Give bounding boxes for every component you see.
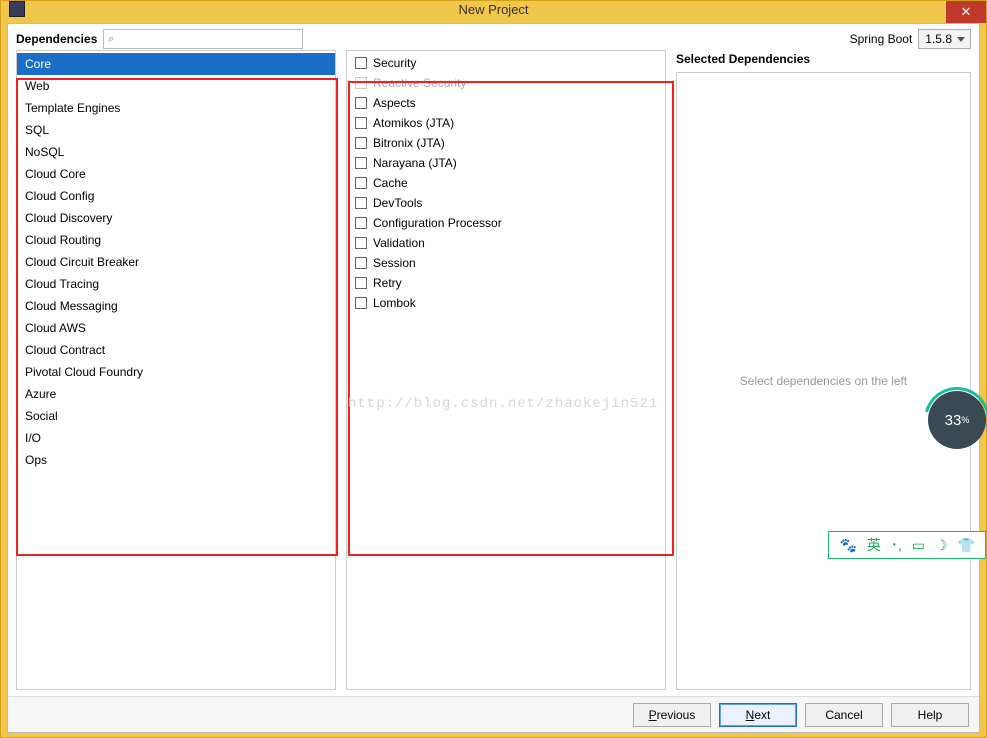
category-item[interactable]: Ops xyxy=(17,449,335,471)
spring-boot-version-select[interactable]: 1.5.8 xyxy=(918,29,971,49)
checkbox-icon[interactable] xyxy=(355,157,367,169)
progress-gauge: 33% xyxy=(928,391,986,449)
tray-icon[interactable]: ☽ xyxy=(935,537,948,554)
dependency-label: Atomikos (JTA) xyxy=(373,116,454,130)
checkbox-icon[interactable] xyxy=(355,177,367,189)
tray-icon[interactable]: 英 xyxy=(867,535,881,555)
category-item[interactable]: NoSQL xyxy=(17,141,335,163)
dependency-item[interactable]: Session xyxy=(347,253,665,273)
dependency-item[interactable]: Atomikos (JTA) xyxy=(347,113,665,133)
gauge-value: 33 xyxy=(945,412,962,429)
categories-list: CoreWebTemplate EnginesSQLNoSQLCloud Cor… xyxy=(17,51,335,471)
dependency-label: Lombok xyxy=(373,296,416,310)
category-item[interactable]: Cloud Discovery xyxy=(17,207,335,229)
category-item[interactable]: Cloud Routing xyxy=(17,229,335,251)
categories-column: CoreWebTemplate EnginesSQLNoSQLCloud Cor… xyxy=(16,50,336,690)
titlebar: New Project ✕ xyxy=(1,1,986,17)
header-row: Dependencies ⌕ Spring Boot 1.5.8 xyxy=(8,24,979,50)
category-item[interactable]: Cloud Config xyxy=(17,185,335,207)
search-icon: ⌕ xyxy=(108,33,114,46)
dependencies-list: Security Reactive Security Aspects Atomikos… xyxy=(347,51,665,313)
dependency-label: Aspects xyxy=(373,96,416,110)
ime-tray: 🐾 英 ･, ▭ ☽ 👕 xyxy=(828,531,986,559)
category-item[interactable]: Cloud AWS xyxy=(17,317,335,339)
dependency-label: Cache xyxy=(373,176,408,190)
dependency-item[interactable]: Cache xyxy=(347,173,665,193)
cancel-button[interactable]: Cancel xyxy=(805,703,883,727)
category-item[interactable]: Web xyxy=(17,75,335,97)
checkbox-icon[interactable] xyxy=(355,217,367,229)
dependency-item: Reactive Security xyxy=(347,73,665,93)
selected-column: Selected Dependencies Select dependencie… xyxy=(676,50,971,690)
dependency-label: Session xyxy=(373,256,416,270)
checkbox-icon[interactable] xyxy=(355,297,367,309)
new-project-window: New Project ✕ Dependencies ⌕ Spring Boot… xyxy=(0,0,987,738)
close-button[interactable]: ✕ xyxy=(946,1,986,23)
tray-icon[interactable]: ･, xyxy=(891,535,902,555)
category-item[interactable]: Cloud Core xyxy=(17,163,335,185)
checkbox-icon[interactable] xyxy=(355,137,367,149)
dependencies-column: Security Reactive Security Aspects Atomikos… xyxy=(346,50,666,690)
dependency-label: Security xyxy=(373,56,416,70)
category-item[interactable]: Azure xyxy=(17,383,335,405)
checkbox-icon[interactable] xyxy=(355,97,367,109)
checkbox-icon[interactable] xyxy=(355,117,367,129)
dependency-label: Narayana (JTA) xyxy=(373,156,457,170)
category-item[interactable]: Cloud Circuit Breaker xyxy=(17,251,335,273)
tray-icon[interactable]: 🐾 xyxy=(839,537,856,554)
dependencies-label: Dependencies xyxy=(16,32,97,46)
dependency-item[interactable]: Bitronix (JTA) xyxy=(347,133,665,153)
checkbox-icon xyxy=(355,77,367,89)
category-item[interactable]: Social xyxy=(17,405,335,427)
content-area: Dependencies ⌕ Spring Boot 1.5.8 CoreWeb… xyxy=(7,23,980,733)
dependency-label: Retry xyxy=(373,276,402,290)
next-button[interactable]: Next xyxy=(719,703,797,727)
wizard-buttons: Previous Next Cancel Help xyxy=(8,696,979,732)
dependency-item[interactable]: DevTools xyxy=(347,193,665,213)
category-item[interactable]: Pivotal Cloud Foundry xyxy=(17,361,335,383)
selected-empty-text: Select dependencies on the left xyxy=(740,374,907,388)
category-item[interactable]: Cloud Contract xyxy=(17,339,335,361)
selected-dependencies-body: Select dependencies on the left xyxy=(676,72,971,690)
window-title: New Project xyxy=(1,2,986,17)
checkbox-icon[interactable] xyxy=(355,197,367,209)
dependency-label: Validation xyxy=(373,236,425,250)
spring-boot-version-value: 1.5.8 xyxy=(925,32,952,46)
dependency-label: Configuration Processor xyxy=(373,216,502,230)
selected-dependencies-title: Selected Dependencies xyxy=(676,50,971,72)
previous-button[interactable]: Previous xyxy=(633,703,711,727)
checkbox-icon[interactable] xyxy=(355,257,367,269)
gauge-suffix: % xyxy=(961,415,969,425)
dependency-item[interactable]: Validation xyxy=(347,233,665,253)
checkbox-icon[interactable] xyxy=(355,277,367,289)
dependency-label: Bitronix (JTA) xyxy=(373,136,445,150)
main-columns: CoreWebTemplate EnginesSQLNoSQLCloud Cor… xyxy=(8,50,979,696)
search-box[interactable]: ⌕ xyxy=(103,29,303,49)
category-item[interactable]: Cloud Tracing xyxy=(17,273,335,295)
checkbox-icon[interactable] xyxy=(355,57,367,69)
dependency-item[interactable]: Retry xyxy=(347,273,665,293)
app-icon xyxy=(9,1,25,17)
dependency-item[interactable]: Security xyxy=(347,53,665,73)
category-item[interactable]: SQL xyxy=(17,119,335,141)
search-input[interactable] xyxy=(117,33,299,45)
dependency-item[interactable]: Narayana (JTA) xyxy=(347,153,665,173)
dependency-item[interactable]: Lombok xyxy=(347,293,665,313)
tray-icon[interactable]: 👕 xyxy=(958,537,975,554)
dependency-item[interactable]: Aspects xyxy=(347,93,665,113)
category-item[interactable]: Core xyxy=(17,53,335,75)
tray-icon[interactable]: ▭ xyxy=(912,537,925,554)
category-item[interactable]: Cloud Messaging xyxy=(17,295,335,317)
checkbox-icon[interactable] xyxy=(355,237,367,249)
dependency-label: DevTools xyxy=(373,196,422,210)
category-item[interactable]: I/O xyxy=(17,427,335,449)
dependency-item[interactable]: Configuration Processor xyxy=(347,213,665,233)
dependency-label: Reactive Security xyxy=(373,76,466,90)
help-button[interactable]: Help xyxy=(891,703,969,727)
spring-boot-label: Spring Boot xyxy=(850,32,913,46)
category-item[interactable]: Template Engines xyxy=(17,97,335,119)
